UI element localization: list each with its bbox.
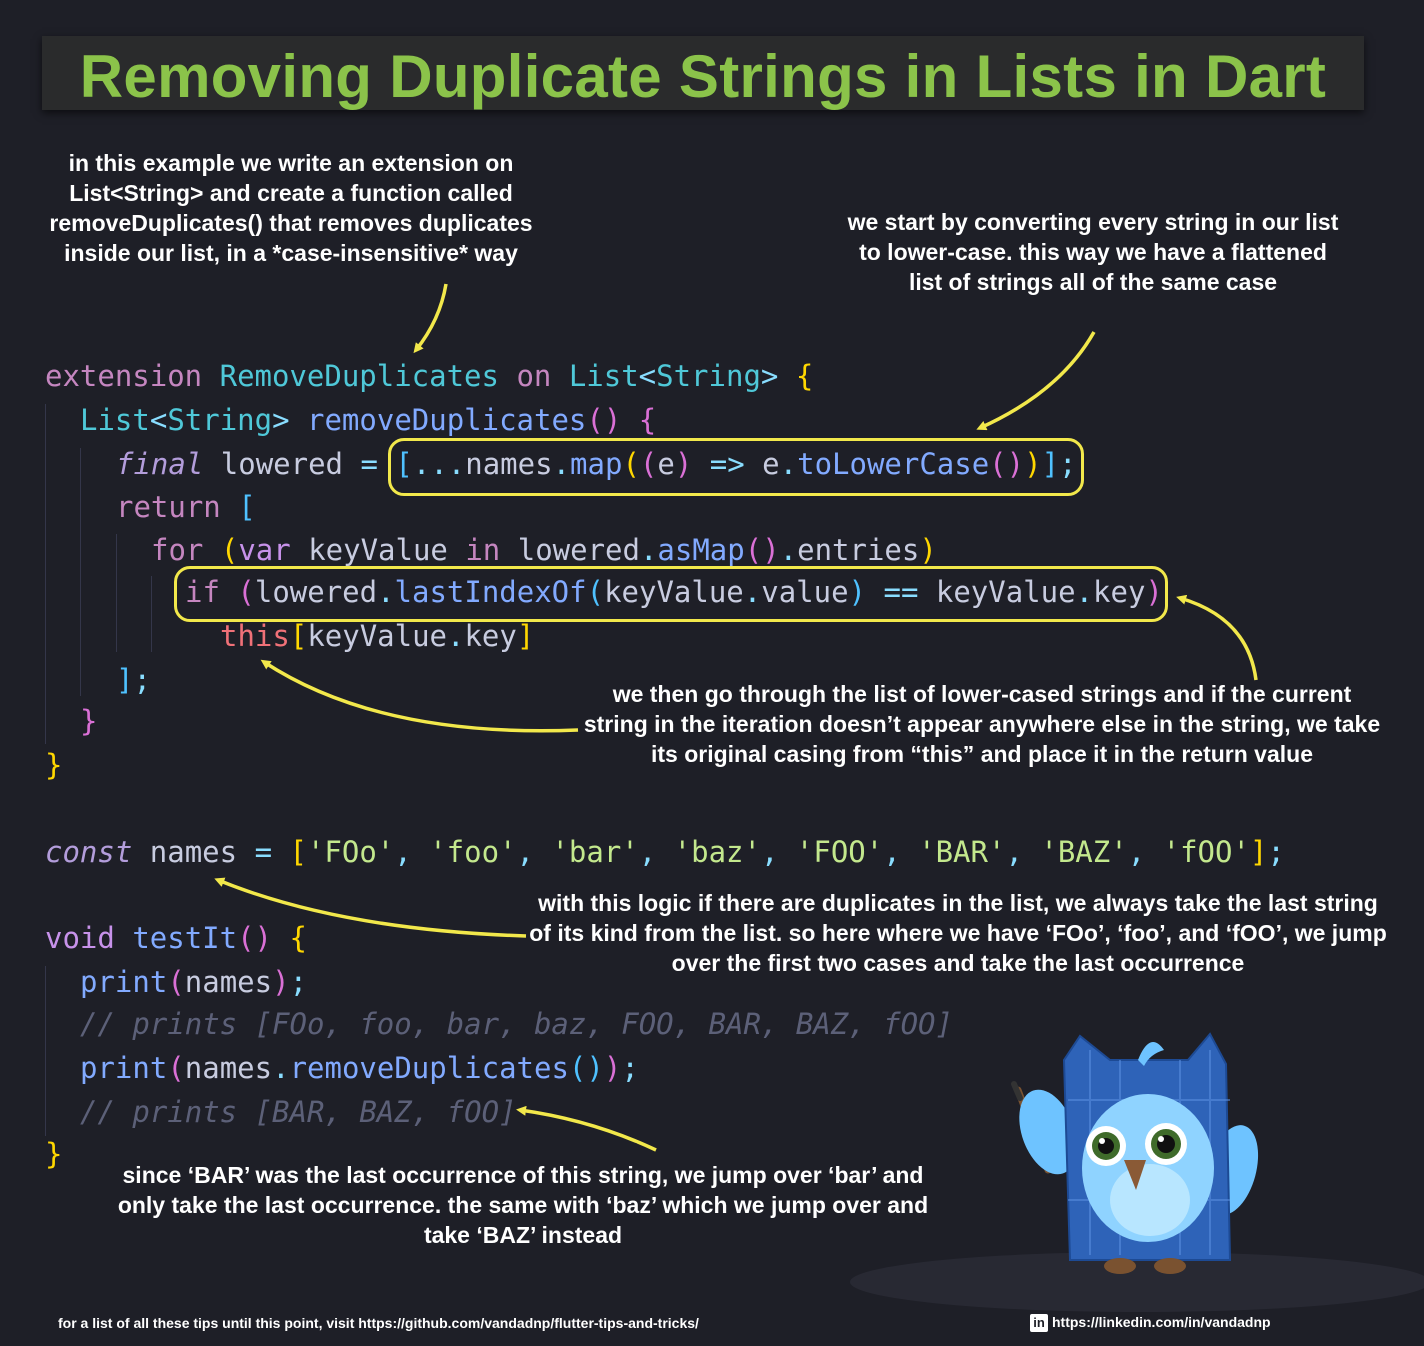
footer-tips-link[interactable]: for a list of all these tips until this … xyxy=(58,1315,699,1331)
arrow-to-extension xyxy=(413,283,448,354)
linkedin-icon: in xyxy=(1030,1314,1048,1333)
arrow-to-names xyxy=(214,877,527,938)
arrow-to-comment xyxy=(516,1105,657,1152)
arrow-to-if xyxy=(1176,594,1258,681)
footer-linkedin[interactable]: in https://linkedin.com/in/vandadnp xyxy=(1030,1314,1271,1333)
linkedin-url: https://linkedin.com/in/vandadnp xyxy=(1052,1314,1271,1330)
arrows-layer xyxy=(214,283,1258,1152)
arrow-to-this xyxy=(260,659,579,733)
arrow-to-map xyxy=(976,331,1096,431)
